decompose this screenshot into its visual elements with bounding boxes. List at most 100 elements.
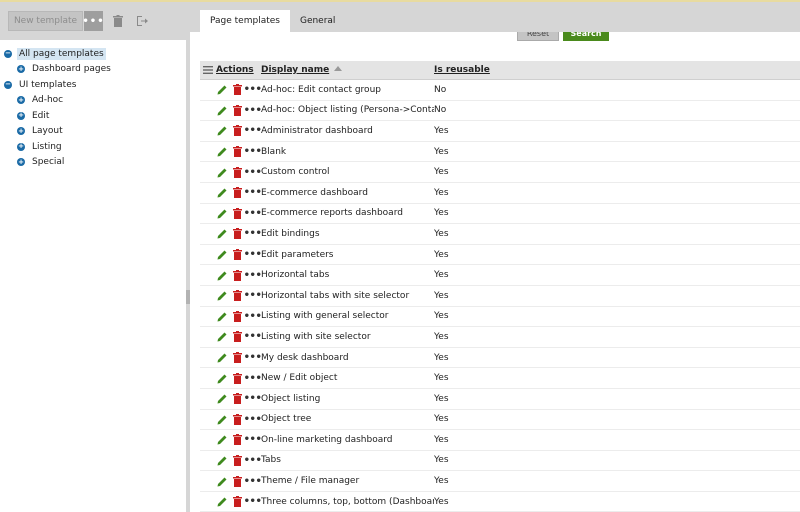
edit-pencil-icon[interactable] [216,474,229,488]
new-template-button[interactable]: New template [8,11,83,31]
header-is-reusable[interactable]: Is reusable [434,65,490,75]
expand-icon[interactable]: + [17,111,25,120]
edit-pencil-icon[interactable] [216,186,229,200]
tab-page-templates[interactable]: Page templates [200,10,290,32]
edit-pencil-icon[interactable] [216,268,229,282]
delete-trash-icon[interactable] [231,309,244,323]
tree-item-label[interactable]: Ad-hoc [30,94,65,106]
more-options-icon[interactable]: ••• [244,206,262,220]
edit-pencil-icon[interactable] [216,145,229,159]
expand-icon[interactable]: + [17,127,25,136]
edit-pencil-icon[interactable] [216,227,229,241]
edit-pencil-icon[interactable] [216,83,229,97]
delete-trash-icon[interactable] [231,145,244,159]
tree-item-label[interactable]: UI templates [17,79,78,91]
tree-item[interactable]: − UI templates [0,77,186,93]
more-options-icon[interactable]: ••• [244,330,262,344]
delete-trash-icon[interactable] [231,227,244,241]
delete-trash-icon[interactable] [231,103,244,117]
edit-pencil-icon[interactable] [216,453,229,467]
header-actions[interactable]: Actions [216,65,254,75]
delete-trash-icon[interactable] [231,165,244,179]
more-options-icon[interactable]: ••• [244,145,262,159]
more-options-icon[interactable]: ••• [244,186,262,200]
delete-trash-icon[interactable] [231,371,244,385]
tree-item-label[interactable]: Special [30,156,66,168]
delete-trash-icon[interactable] [231,474,244,488]
more-options-icon[interactable]: ••• [244,371,262,385]
more-options-icon[interactable]: ••• [244,453,262,467]
delete-trash-icon[interactable] [231,330,244,344]
more-options-icon[interactable]: ••• [244,289,262,303]
delete-trash-icon[interactable] [231,351,244,365]
edit-pencil-icon[interactable] [216,412,229,426]
edit-pencil-icon[interactable] [216,206,229,220]
expand-icon[interactable]: + [17,158,25,167]
header-display-name[interactable]: Display name [261,65,329,75]
delete-trash-icon[interactable] [231,268,244,282]
tab-general[interactable]: General [290,10,345,32]
trash-icon[interactable] [109,11,127,31]
delete-trash-icon[interactable] [231,124,244,138]
delete-trash-icon[interactable] [231,289,244,303]
more-options-icon[interactable]: ••• [244,474,262,488]
edit-pencil-icon[interactable] [216,392,229,406]
delete-trash-icon[interactable] [231,392,244,406]
edit-pencil-icon[interactable] [216,371,229,385]
collapse-icon[interactable]: − [4,49,12,58]
more-options-icon[interactable]: ••• [244,351,262,365]
edit-pencil-icon[interactable] [216,351,229,365]
reset-button[interactable]: Reset [517,32,559,41]
edit-pencil-icon[interactable] [216,165,229,179]
row-actions: ••• [216,248,262,262]
collapse-icon[interactable]: − [4,80,12,89]
expand-icon[interactable]: + [17,96,25,105]
more-options-icon[interactable]: ••• [244,392,262,406]
column-menu-icon[interactable] [200,66,216,74]
delete-trash-icon[interactable] [231,412,244,426]
more-actions-button[interactable]: ••• [82,11,104,31]
delete-trash-icon[interactable] [231,248,244,262]
more-options-icon[interactable]: ••• [244,248,262,262]
more-options-icon[interactable]: ••• [244,495,262,509]
more-options-icon[interactable]: ••• [244,124,262,138]
more-options-icon[interactable]: ••• [244,165,262,179]
tree-item-label[interactable]: Dashboard pages [30,63,113,75]
edit-pencil-icon[interactable] [216,309,229,323]
expand-icon[interactable]: + [17,142,25,151]
tree-item[interactable]: + Edit [0,108,186,124]
edit-pencil-icon[interactable] [216,124,229,138]
tree-item[interactable]: + Ad-hoc [0,93,186,109]
edit-pencil-icon[interactable] [216,433,229,447]
delete-trash-icon[interactable] [231,495,244,509]
delete-trash-icon[interactable] [231,433,244,447]
more-options-icon[interactable]: ••• [244,433,262,447]
more-options-icon[interactable]: ••• [244,309,262,323]
tree-item[interactable]: + Layout [0,124,186,140]
tree-item[interactable]: + Dashboard pages [0,62,186,78]
more-options-icon[interactable]: ••• [244,227,262,241]
more-options-icon[interactable]: ••• [244,412,262,426]
more-options-icon[interactable]: ••• [244,268,262,282]
edit-pencil-icon[interactable] [216,103,229,117]
expand-icon[interactable]: + [17,65,25,74]
edit-pencil-icon[interactable] [216,330,229,344]
tree-item-label[interactable]: Edit [30,110,51,122]
more-options-icon[interactable]: ••• [244,83,262,97]
tree-item-label[interactable]: All page templates [17,47,106,60]
more-options-icon[interactable]: ••• [244,103,262,117]
tree-item[interactable]: + Special [0,155,186,171]
tree-item-label[interactable]: Layout [30,125,65,137]
edit-pencil-icon[interactable] [216,248,229,262]
delete-trash-icon[interactable] [231,206,244,220]
tree-item[interactable]: + Listing [0,139,186,155]
tree-item-label[interactable]: Listing [30,141,64,153]
edit-pencil-icon[interactable] [216,495,229,509]
delete-trash-icon[interactable] [231,83,244,97]
tree-item[interactable]: − All page templates [0,46,186,62]
search-button[interactable]: Search [563,32,609,41]
delete-trash-icon[interactable] [231,186,244,200]
edit-pencil-icon[interactable] [216,289,229,303]
delete-trash-icon[interactable] [231,453,244,467]
export-icon[interactable] [133,11,151,31]
